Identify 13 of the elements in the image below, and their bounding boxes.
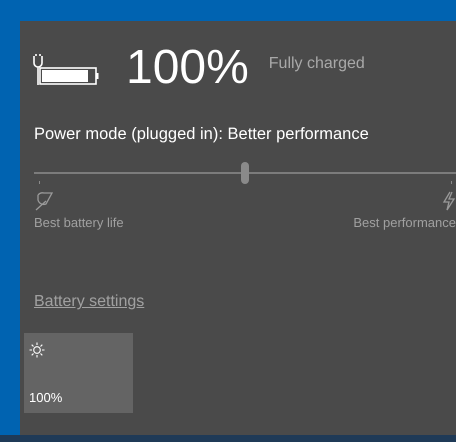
brightness-tile[interactable]: 100% [24, 333, 133, 414]
slider-max-label: Best performance [353, 214, 456, 232]
brightness-icon [29, 342, 45, 358]
leaf-icon [34, 190, 54, 211]
battery-status: Fully charged [268, 54, 365, 74]
battery-settings-link[interactable]: Battery settings [34, 293, 144, 310]
power-slider[interactable] [34, 160, 456, 187]
battery-percentage: 100% [126, 44, 249, 92]
slider-min-label: Best battery life [34, 214, 124, 232]
lightning-icon [442, 190, 456, 211]
slider-thumb[interactable] [241, 162, 249, 184]
power-mode-label: Power mode (plugged in): Better performance [34, 124, 370, 145]
tile-label: 100% [29, 388, 62, 407]
